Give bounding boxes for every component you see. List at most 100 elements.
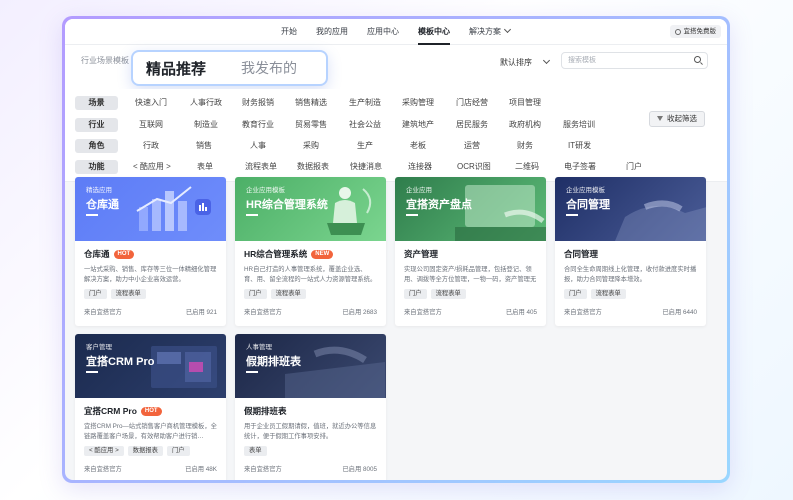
- filter-key: 场景: [75, 96, 118, 110]
- template-card-assets[interactable]: 企业应用 宜搭资产盘点 资产管理 实现公司固定资产/损耗品管理，包括登记、领用、…: [395, 177, 546, 326]
- card-body: 合同管理 合同全生命周期线上化管理，收付款进度实时播报，助力合同管理降本增效。 …: [555, 241, 706, 326]
- banner-category: 企业应用模板: [246, 187, 285, 194]
- card-tag: 门户: [564, 289, 587, 299]
- card-usage: 已启用 921: [185, 309, 217, 316]
- card-banner: 人事管理 假期排班表: [235, 334, 386, 398]
- filter-option[interactable]: 连接器: [408, 160, 432, 174]
- filter-option[interactable]: < 酷应用 >: [133, 160, 171, 174]
- filter-option[interactable]: 制造业: [194, 118, 218, 132]
- filter-key: 角色: [75, 139, 118, 153]
- filter-option[interactable]: 采购: [303, 139, 319, 153]
- nav-app-center[interactable]: 应用中心: [367, 19, 399, 45]
- card-tag: 流程表单: [590, 289, 626, 299]
- card-description: 合同全生命周期线上化管理，收付款进度实时播报，助力合同管理降本增效。: [564, 266, 697, 283]
- banner-category: 客户管理: [86, 344, 112, 351]
- chevron-down-icon: [503, 25, 512, 34]
- filter-option[interactable]: 财务报销: [242, 96, 274, 110]
- filter-key: 功能: [75, 160, 118, 174]
- filter-option[interactable]: 门户: [626, 160, 642, 174]
- sort-select[interactable]: 默认排序: [500, 56, 551, 68]
- filter-option[interactable]: 建筑地产: [402, 118, 434, 132]
- template-card-schedule[interactable]: 人事管理 假期排班表 假期排班表 用于企业员工假期请假，值班，就近办公等信息统计…: [235, 334, 386, 480]
- banner-underline: [566, 214, 578, 216]
- filter-option[interactable]: 行政: [143, 139, 159, 153]
- card-banner: 客户管理 宜搭CRM Pro: [75, 334, 226, 398]
- card-title: HR综合管理系统: [244, 249, 308, 259]
- search-icon[interactable]: [694, 56, 701, 63]
- free-version-button[interactable]: 宜搭免费版: [669, 25, 721, 38]
- tab-featured[interactable]: 精品推荐: [146, 58, 206, 79]
- card-title-row: 宜搭CRM Pro HOT: [84, 405, 217, 417]
- card-title-row: 资产管理: [404, 248, 537, 260]
- filter-option[interactable]: 居民服务: [456, 118, 488, 132]
- tab-my-published[interactable]: 我发布的: [241, 58, 297, 78]
- template-card-warehouse[interactable]: 精选应用 仓库通 仓库通 HOT 一站式采购、销售、库存等三位一体精细化管理解决方…: [75, 177, 226, 326]
- template-card-hr[interactable]: 企业应用模板 HR综合管理系统 HR综合管理系统 NEW HR自己打造的人事管理系…: [235, 177, 386, 326]
- card-tags: 门户 流程表单: [84, 289, 217, 299]
- card-title-row: 仓库通 HOT: [84, 248, 217, 260]
- nav-template-center[interactable]: 模板中心: [418, 19, 450, 45]
- filter-option[interactable]: 政府机构: [509, 118, 541, 132]
- card-usage: 已启用 8005: [342, 466, 377, 473]
- filter-option[interactable]: 项目管理: [509, 96, 541, 110]
- filter-option[interactable]: 人事: [250, 139, 266, 153]
- filter-option[interactable]: 教育行业: [242, 118, 274, 132]
- filter-option[interactable]: 生产制造: [349, 96, 381, 110]
- filter-option[interactable]: 二维码: [515, 160, 539, 174]
- filter-icon: [657, 116, 663, 121]
- card-title: 合同管理: [564, 249, 599, 259]
- filter-option[interactable]: OCR识图: [457, 160, 491, 174]
- template-tabs: 精品推荐 我发布的: [131, 50, 328, 86]
- filter-option[interactable]: 数据报表: [297, 160, 329, 174]
- card-footer: 来自宜搭官方 已启用 405: [404, 307, 537, 316]
- card-tag: 流程表单: [270, 289, 306, 299]
- template-card-crm[interactable]: 客户管理 宜搭CRM Pro 宜搭CRM Pro HOT 宜搭CRM Pro—站式…: [75, 334, 226, 480]
- collapse-filter-button[interactable]: 收起筛选: [649, 111, 705, 127]
- banner-title: 假期排班表: [246, 356, 301, 368]
- card-footer: 来自宜搭官方 已启用 48K: [84, 464, 217, 473]
- filter-row-industry: 行业 互联网 制造业 教育行业 贸易零售 社会公益 建筑地产 居民服务 政府机构…: [75, 118, 595, 132]
- card-banner: 精选应用 仓库通: [75, 177, 226, 241]
- filter-option[interactable]: 电子签署: [564, 160, 596, 174]
- banner-underline: [246, 214, 258, 216]
- card-footer: 来自宜搭官方 已启用 2683: [244, 307, 377, 316]
- filter-option[interactable]: 销售: [196, 139, 212, 153]
- filter-option[interactable]: 互联网: [139, 118, 163, 132]
- filter-option[interactable]: 贸易零售: [295, 118, 327, 132]
- filter-option[interactable]: 快捷消息: [350, 160, 382, 174]
- nav-start[interactable]: 开始: [281, 19, 297, 45]
- card-description: 一站式采购、销售、库存等三位一体精细化管理解决方案，助力中小企业高效运营。: [84, 266, 217, 283]
- card-footer: 来自宜搭官方 已启用 8005: [244, 464, 377, 473]
- card-tags: 门户 流程表单: [244, 289, 377, 299]
- card-title-row: 假期排班表: [244, 405, 377, 417]
- nav-solutions[interactable]: 解决方案: [469, 19, 512, 45]
- sort-label: 默认排序: [500, 58, 532, 67]
- template-card-contract[interactable]: 企业应用模板 合同管理 合同管理 合同全生命周期线上化管理，收付款进度实时播报，…: [555, 177, 706, 326]
- filter-option[interactable]: 门店经营: [456, 96, 488, 110]
- filter-option[interactable]: 生产: [357, 139, 373, 153]
- handshake-photo-icon: [615, 200, 706, 241]
- breadcrumb[interactable]: 行业场景模板: [81, 55, 129, 66]
- app-window: 开始 我的应用 应用中心 模板中心 解决方案 宜搭免费版 行业场景模板 精品推荐…: [65, 19, 727, 480]
- filter-option[interactable]: 服务培训: [563, 118, 595, 132]
- filter-option[interactable]: 表单: [197, 160, 213, 174]
- filter-option[interactable]: 销售精选: [295, 96, 327, 110]
- card-source: 来自宜搭官方: [84, 309, 122, 316]
- nav-my-apps[interactable]: 我的应用: [316, 19, 348, 45]
- filter-option[interactable]: 人事行政: [190, 96, 222, 110]
- filter-option[interactable]: 运营: [464, 139, 480, 153]
- filter-option[interactable]: 流程表单: [245, 160, 277, 174]
- card-usage: 已启用 405: [505, 309, 537, 316]
- card-tag: < 酷应用 >: [84, 446, 124, 456]
- filter-option[interactable]: 采购管理: [402, 96, 434, 110]
- card-source: 来自宜搭官方: [84, 466, 122, 473]
- card-body: 资产管理 实现公司固定资产/损耗品管理，包括登记、领用、调拨等全方位管理，一物一…: [395, 241, 546, 326]
- collapse-filter-label: 收起筛选: [667, 114, 697, 123]
- filter-option[interactable]: 老板: [410, 139, 426, 153]
- filter-option[interactable]: 财务: [517, 139, 533, 153]
- filter-option[interactable]: 社会公益: [349, 118, 381, 132]
- search-input[interactable]: 搜索模板: [561, 52, 708, 69]
- filter-option[interactable]: 快速入门: [135, 96, 167, 110]
- card-description: 宜搭CRM Pro—站式销售客户商机管理模板，全链路覆盖客户场景，有效帮助客户进…: [84, 423, 217, 440]
- filter-option[interactable]: IT研发: [568, 139, 591, 153]
